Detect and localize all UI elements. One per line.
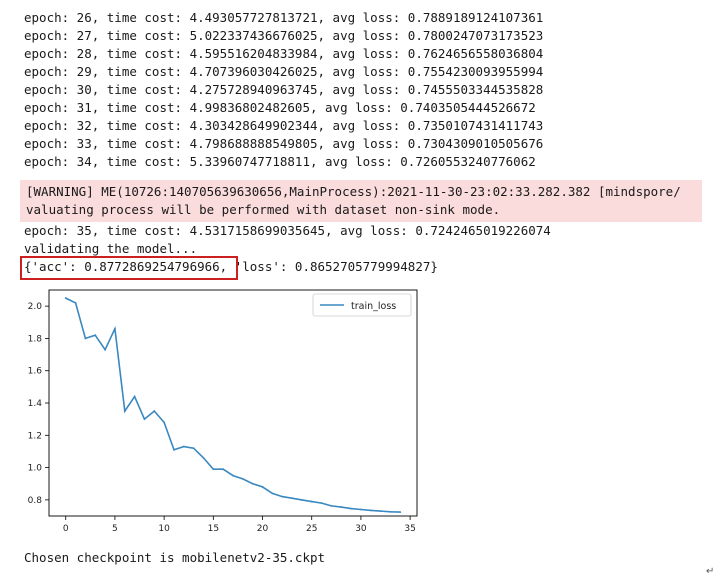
chart-svg: 0 5 10 15 20 25 30 35 0.8 1.0 1.2 1.4 1.6 1.8 2.0 trai… (28, 289, 418, 534)
accuracy-highlight-box (20, 256, 238, 280)
loss-point (104, 348, 106, 351)
loss-point (330, 505, 333, 507)
x-tick-label: 5 (112, 524, 118, 534)
loss-point (163, 421, 166, 424)
plot-frame (48, 289, 418, 517)
loss-point (222, 468, 225, 471)
epoch-line: epoch: 31, time cost: 4.99836802482605, … (24, 100, 536, 115)
x-tick-label: 10 (158, 524, 170, 534)
checkpoint-line: Chosen checkpoint is mobilenetv2-35.ckpt (24, 550, 326, 565)
loss-point (300, 498, 303, 501)
loss-point (232, 474, 234, 477)
epoch-line: epoch: 29, time cost: 4.707396030426025,… (24, 64, 544, 79)
loss-point (369, 509, 372, 512)
epoch-line: epoch: 32, time cost: 4.303428649902344,… (24, 118, 544, 133)
x-tick-label: 20 (257, 524, 269, 534)
loss-point (173, 448, 175, 451)
loss-point (320, 502, 323, 504)
epoch-line: epoch: 33, time cost: 4.798688888549805,… (24, 136, 544, 151)
epoch-line: epoch: 30, time cost: 4.275728940963745,… (24, 82, 544, 97)
loss-point (399, 511, 402, 513)
train-loss-chart: 0 5 10 15 20 25 30 35 0.8 1.0 1.2 1.4 1.6 1.8 2.0 trai… (20, 289, 422, 551)
loss-point (192, 447, 195, 450)
loss-point (389, 510, 392, 513)
y-tick-label: 1.6 (28, 367, 43, 377)
loss-point (94, 334, 97, 337)
post-warning-output: epoch: 35, time cost: 4.5317158699035645… (24, 222, 551, 258)
checkpoint-output: Chosen checkpoint is mobilenetv2-35.ckpt (24, 549, 325, 567)
warning-output-block: [WARNING] ME(10726:140705639630656,MainP… (20, 180, 702, 222)
loss-point (202, 456, 205, 459)
loss-point (74, 302, 77, 304)
y-tick-label: 1.4 (28, 399, 43, 409)
loss-point (251, 482, 254, 485)
y-tick-label: 0.8 (28, 496, 43, 506)
epoch-line: epoch: 34, time cost: 5.33960747718811, … (24, 154, 536, 169)
y-tick-label: 1.8 (28, 334, 43, 344)
loss-point (350, 507, 352, 510)
loss-point (114, 327, 116, 330)
epoch-line: epoch: 26, time cost: 4.493057727813721,… (24, 10, 544, 25)
loss-point (271, 492, 274, 495)
x-tick-label: 30 (355, 524, 367, 534)
loss-point (84, 337, 87, 340)
loss-point (379, 510, 382, 512)
y-tick-label: 1.2 (28, 431, 42, 441)
loss-point (212, 468, 215, 471)
y-tick-label: 1.0 (28, 464, 43, 474)
loss-point (64, 297, 67, 299)
epoch-line: epoch: 27, time cost: 5.022337436676025,… (24, 28, 544, 43)
training-log: epoch: 26, time cost: 4.493057727813721,… (24, 0, 714, 171)
loss-point (143, 418, 146, 421)
loss-point (281, 495, 284, 498)
return-mark: ↵ (706, 566, 715, 577)
loss-point (310, 500, 313, 503)
y-tick-label: 2.0 (28, 302, 43, 312)
x-tick-label: 15 (208, 524, 219, 534)
epoch-line: epoch: 28, time cost: 4.595516204833984,… (24, 46, 544, 61)
legend-label: train_loss (351, 301, 396, 312)
epoch-35-line: epoch: 35, time cost: 4.5317158699035645… (24, 223, 551, 238)
loss-point (123, 410, 126, 412)
x-tick-label: 25 (306, 524, 317, 534)
loss-point (291, 497, 293, 500)
loss-point (360, 508, 362, 511)
chart-legend: train_loss (312, 293, 412, 317)
loss-point (340, 506, 343, 508)
warning-line: valuating process will be performed with… (26, 202, 501, 217)
loss-point (182, 445, 185, 448)
loss-point (261, 486, 264, 488)
loss-point (133, 395, 136, 398)
loss-point (153, 410, 156, 412)
warning-line: [WARNING] ME(10726:140705639630656,MainP… (26, 184, 681, 199)
loss-point (241, 477, 244, 480)
x-tick-label: 0 (63, 524, 69, 534)
x-tick-label: 35 (404, 524, 415, 534)
